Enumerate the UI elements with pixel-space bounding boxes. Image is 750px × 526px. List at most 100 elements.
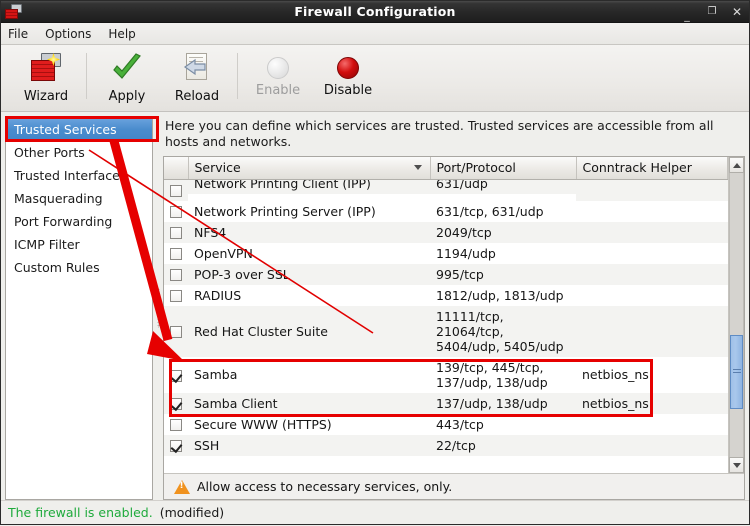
row-port: 631/tcp, 631/udp	[430, 200, 576, 222]
row-helper	[576, 200, 728, 222]
row-port: 1194/udp	[430, 242, 576, 264]
checkbox-icon[interactable]	[170, 206, 182, 218]
row-checkbox-cell[interactable]	[164, 200, 188, 222]
checkbox-icon[interactable]	[170, 440, 182, 452]
scrollbar-thumb[interactable]	[730, 334, 743, 409]
panel-splitter[interactable]	[153, 116, 163, 500]
splitter-grip-icon	[156, 288, 160, 328]
row-checkbox-cell[interactable]	[164, 221, 188, 243]
sidebar-item-trusted-services[interactable]: Trusted Services	[6, 118, 152, 141]
disable-button-label: Disable	[323, 83, 373, 98]
services-table-body: Network Printing Client (IPP) 631/udp Ne…	[164, 179, 728, 456]
row-service: OpenVPN	[188, 242, 430, 264]
row-service: NFS4	[188, 221, 430, 243]
row-helper: netbios_ns	[576, 356, 728, 393]
table-columns: Service Port/Protocol Conntrack Helper N…	[164, 157, 728, 473]
table-row[interactable]: Samba Client 137/udp, 138/udp netbios_ns	[164, 392, 728, 414]
table-vertical-scrollbar[interactable]	[728, 157, 744, 473]
apply-button-label: Apply	[108, 89, 146, 104]
row-helper: netbios_ns	[576, 392, 728, 414]
firewall-configuration-window: Firewall Configuration _ ❐ ✕ File Option…	[0, 0, 750, 525]
maximize-icon[interactable]: ❐	[706, 6, 718, 17]
warning-bar: Allow access to necessary services, only…	[164, 473, 744, 499]
table-row[interactable]: POP-3 over SSL 995/tcp	[164, 263, 728, 285]
reload-button[interactable]: Reload	[162, 51, 232, 104]
row-helper	[576, 434, 728, 456]
disable-button[interactable]: Disable	[313, 51, 383, 98]
sidebar-item-label: Trusted Services	[14, 122, 117, 137]
apply-button[interactable]: Apply	[92, 51, 162, 104]
checkbox-icon[interactable]	[170, 290, 182, 302]
row-checkbox-cell[interactable]	[164, 179, 188, 201]
row-port: 22/tcp	[430, 434, 576, 456]
sidebar-item-icmp-filter[interactable]: ICMP Filter	[6, 233, 152, 256]
sidebar-item-other-ports[interactable]: Other Ports	[6, 141, 152, 164]
checkbox-icon[interactable]	[170, 185, 182, 197]
row-checkbox-cell[interactable]	[164, 392, 188, 414]
sidebar: Trusted Services Other Ports Trusted Int…	[5, 116, 153, 500]
checkbox-icon[interactable]	[170, 398, 182, 410]
row-checkbox-cell[interactable]	[164, 434, 188, 456]
minimize-icon[interactable]: _	[681, 10, 693, 21]
row-port: 139/tcp, 445/tcp, 137/udp, 138/udp	[430, 356, 576, 393]
table-row[interactable]: OpenVPN 1194/udp	[164, 242, 728, 264]
wizard-icon	[29, 51, 63, 85]
grip-lines-icon	[732, 368, 741, 375]
row-service: RADIUS	[188, 284, 430, 306]
checkbox-icon[interactable]	[170, 248, 182, 260]
wizard-button[interactable]: Wizard	[11, 51, 81, 104]
scroll-up-button[interactable]	[729, 157, 744, 173]
sidebar-item-label: Trusted Interfaces	[14, 168, 127, 183]
menubar: File Options Help	[1, 23, 749, 45]
row-service: Samba Client	[188, 392, 430, 414]
table-row[interactable]: NFS4 2049/tcp	[164, 221, 728, 243]
table-row[interactable]: SSH 22/tcp	[164, 434, 728, 456]
column-header-service[interactable]: Service	[188, 157, 431, 180]
row-port: 1812/udp, 1813/udp	[430, 284, 576, 306]
table-row[interactable]: Network Printing Client (IPP) 631/udp	[164, 179, 728, 201]
scrollbar-track[interactable]	[729, 173, 744, 457]
sidebar-item-label: ICMP Filter	[14, 237, 80, 252]
checkbox-icon[interactable]	[170, 369, 182, 382]
red-orb-icon	[337, 57, 359, 79]
row-service: Red Hat Cluster Suite	[188, 305, 430, 357]
checkbox-icon[interactable]	[170, 326, 182, 338]
column-header-checkbox[interactable]	[164, 157, 189, 180]
row-helper	[576, 305, 728, 357]
table-row[interactable]: Samba 139/tcp, 445/tcp, 137/udp, 138/udp…	[164, 356, 728, 393]
scroll-down-button[interactable]	[729, 457, 744, 473]
row-checkbox-cell[interactable]	[164, 413, 188, 435]
window-title: Firewall Configuration	[294, 4, 456, 19]
sidebar-item-trusted-interfaces[interactable]: Trusted Interfaces	[6, 164, 152, 187]
chevron-up-icon	[732, 162, 741, 168]
checkbox-icon[interactable]	[170, 227, 182, 239]
menu-item-file[interactable]: File	[8, 27, 28, 41]
table-row[interactable]: RADIUS 1812/udp, 1813/udp	[164, 284, 728, 306]
row-checkbox-cell[interactable]	[164, 305, 188, 357]
row-checkbox-cell[interactable]	[164, 242, 188, 264]
sidebar-item-custom-rules[interactable]: Custom Rules	[6, 256, 152, 279]
sidebar-item-label: Masquerading	[14, 191, 103, 206]
close-icon[interactable]: ✕	[731, 6, 743, 18]
trusted-services-table-container: Service Port/Protocol Conntrack Helper N…	[163, 156, 745, 500]
menu-item-help[interactable]: Help	[108, 27, 135, 41]
table-row[interactable]: Red Hat Cluster Suite 11111/tcp, 21064/t…	[164, 305, 728, 357]
table-row[interactable]: Network Printing Server (IPP) 631/tcp, 6…	[164, 200, 728, 222]
menu-item-options[interactable]: Options	[45, 27, 91, 41]
row-port: 631/udp	[430, 179, 576, 194]
wizard-button-label: Wizard	[23, 89, 69, 104]
row-checkbox-cell[interactable]	[164, 263, 188, 285]
checkbox-icon[interactable]	[170, 269, 182, 281]
column-header-conntrack-helper[interactable]: Conntrack Helper	[576, 157, 728, 180]
checkbox-icon[interactable]	[170, 419, 182, 431]
column-header-port-protocol[interactable]: Port/Protocol	[430, 157, 577, 180]
table-scroll-body[interactable]: Network Printing Client (IPP) 631/udp Ne…	[164, 179, 728, 474]
table-row[interactable]: Secure WWW (HTTPS) 443/tcp	[164, 413, 728, 435]
row-checkbox-cell[interactable]	[164, 356, 188, 393]
row-service: SSH	[188, 434, 430, 456]
reload-page-icon	[180, 51, 214, 85]
sidebar-item-port-forwarding[interactable]: Port Forwarding	[6, 210, 152, 233]
row-checkbox-cell[interactable]	[164, 284, 188, 306]
toolbar-separator-2	[237, 53, 238, 99]
sidebar-item-masquerading[interactable]: Masquerading	[6, 187, 152, 210]
